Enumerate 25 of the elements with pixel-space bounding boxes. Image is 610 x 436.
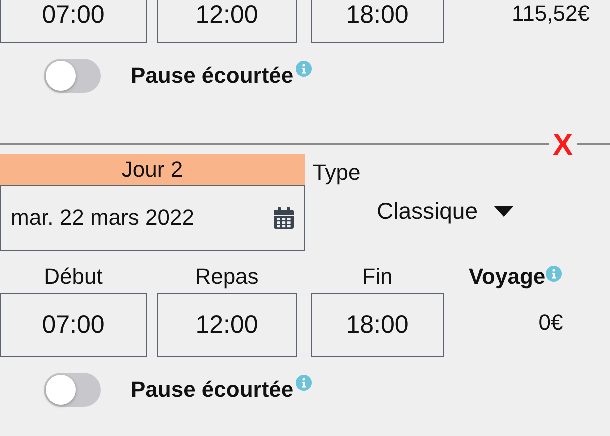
column-label: Voyage [469,264,546,290]
caret-icon [494,206,514,217]
type-label: Type [313,160,362,186]
pause-label: Pause écourtée [131,63,294,89]
info-icon[interactable] [546,266,562,282]
time-field[interactable]: 18:00 [311,293,444,357]
time-field[interactable]: 18:00 [311,0,444,43]
time-field[interactable]: 07:00 [0,0,147,43]
pause-label: Pause écourtée [131,377,294,403]
pause-toggle[interactable] [44,373,101,407]
column-label: Début [43,264,104,290]
info-icon[interactable] [296,375,312,391]
voyage-amount: 0€ [538,309,564,336]
type-dropdown[interactable]: Classique [377,198,514,225]
column-label: Repas [194,264,260,290]
time-field[interactable]: 07:00 [0,293,147,357]
date-field[interactable]: mar. 22 mars 2022 [0,185,305,251]
day-title: Jour 2 [0,154,305,185]
calendar-icon[interactable] [274,207,294,229]
pause-toggle[interactable] [44,59,101,93]
info-icon[interactable] [296,61,312,77]
voyage-amount: 115,52€ [511,0,591,27]
time-field[interactable]: 12:00 [157,0,297,43]
column-label: Fin [361,264,394,290]
time-field[interactable]: 12:00 [157,293,297,357]
